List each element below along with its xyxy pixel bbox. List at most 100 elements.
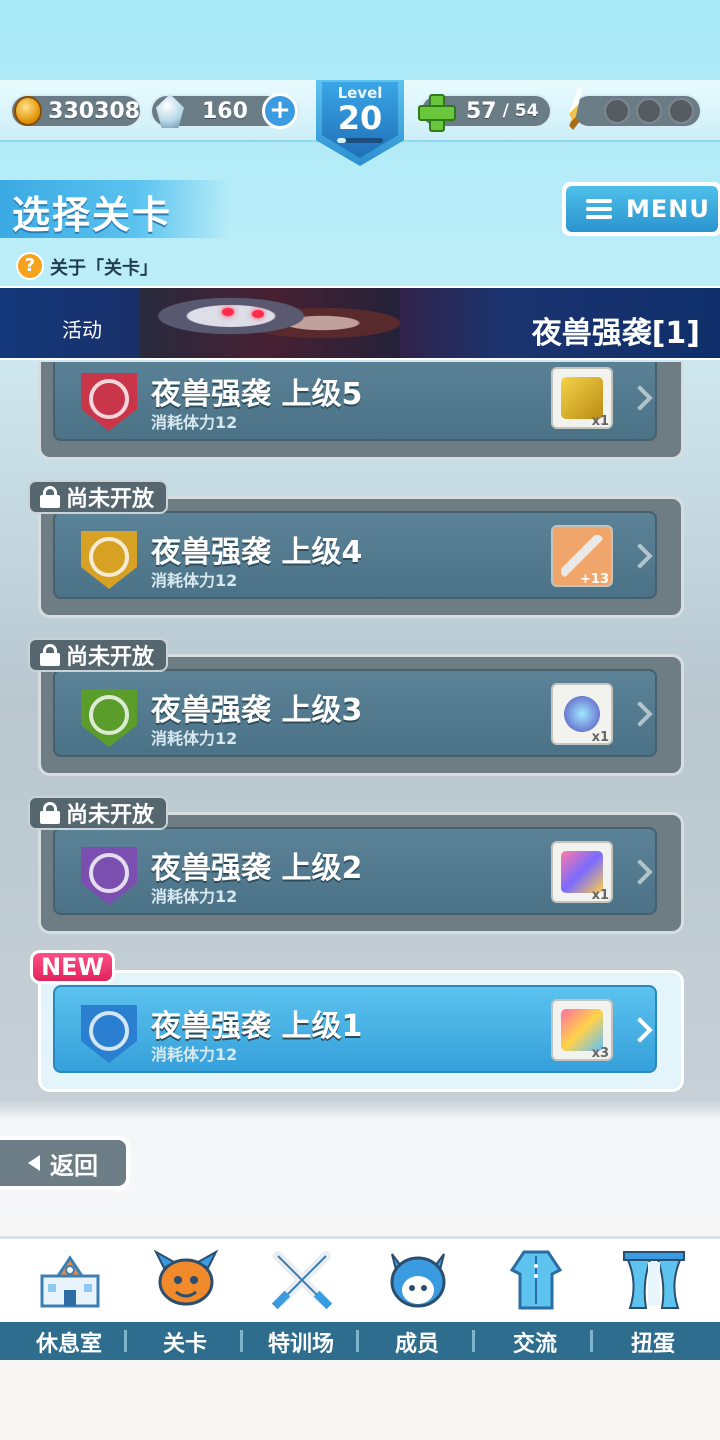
- level-value: 20: [337, 99, 383, 137]
- nav-divider: [472, 1330, 475, 1352]
- event-tag: 活动: [62, 318, 102, 342]
- stage-cost: 消耗体力12: [151, 887, 238, 906]
- stamina-plus-icon[interactable]: [418, 94, 456, 132]
- shield-emblem: [89, 379, 129, 419]
- locked-label: 尚未开放: [66, 645, 155, 670]
- reward-item: x1: [551, 841, 613, 903]
- coin-counter: 330308: [10, 94, 142, 128]
- back-arrow-icon: [28, 1155, 40, 1171]
- event-character-art: [140, 288, 400, 358]
- level-progress-bar: [337, 138, 383, 143]
- stage-card-5[interactable]: 夜兽强袭 上级5 消耗体力12 x1: [38, 362, 684, 460]
- nav-label: 特训场: [267, 1332, 334, 1357]
- add-gems-button[interactable]: +: [262, 93, 298, 129]
- reward-item: x1: [551, 367, 613, 429]
- reward-item: +13: [551, 525, 613, 587]
- lock-icon: [40, 802, 60, 824]
- lock-icon: [40, 644, 60, 666]
- lounge-building-icon: [36, 1248, 104, 1312]
- stage-name: 夜兽强袭 上级2: [151, 851, 363, 886]
- reward-item: x1: [551, 683, 613, 745]
- locked-label: 尚未开放: [66, 487, 155, 512]
- nav-item-members[interactable]: 成员: [358, 1240, 476, 1360]
- nav-label: 休息室: [35, 1332, 102, 1357]
- member-cat-icon: [384, 1248, 452, 1312]
- ticket-icon: [561, 1009, 603, 1051]
- chevron-right-icon: [633, 1017, 647, 1043]
- stage-card-2[interactable]: 夜兽强袭 上级2 消耗体力12 x1: [38, 812, 684, 934]
- reward-qty: +13: [580, 572, 609, 587]
- new-badge: NEW: [30, 950, 115, 984]
- slot-dot-icon: [636, 98, 662, 124]
- ticket-icon: [561, 851, 603, 893]
- menu-button[interactable]: MENU: [562, 182, 720, 236]
- hamburger-icon: [586, 199, 612, 219]
- reward-item: x3: [551, 999, 613, 1061]
- reward-qty: x1: [591, 414, 609, 429]
- stage-name: 夜兽强袭 上级1: [151, 1009, 363, 1044]
- stage-cost: 消耗体力12: [151, 413, 238, 432]
- stage-card-4[interactable]: 夜兽强袭 上级4 消耗体力12 +13: [38, 496, 684, 618]
- shield-emblem: [89, 537, 129, 577]
- dress-icon: [502, 1248, 570, 1312]
- gem-amount: 160: [202, 98, 248, 124]
- reward-qty: x1: [591, 888, 609, 903]
- training-swords-icon: [268, 1248, 336, 1312]
- nav-item-social[interactable]: 交流: [476, 1240, 594, 1360]
- nav-divider: [590, 1330, 593, 1352]
- back-label: 返回: [50, 1151, 98, 1180]
- nav-item-training[interactable]: 特训场: [242, 1240, 360, 1360]
- chevron-right-icon: [633, 859, 647, 885]
- stage-cost: 消耗体力12: [151, 571, 238, 590]
- gacha-curtain-icon: [620, 1248, 688, 1312]
- reward-qty: x1: [591, 730, 609, 745]
- chevron-right-icon: [633, 701, 647, 727]
- level-progress-fill: [337, 138, 347, 143]
- menu-label: MENU: [626, 195, 710, 223]
- shield-emblem: [89, 695, 129, 735]
- stage-card-3[interactable]: 夜兽强袭 上级3 消耗体力12 x1: [38, 654, 684, 776]
- locked-tag: 尚未开放: [28, 796, 169, 830]
- nav-item-gacha[interactable]: 扭蛋: [594, 1240, 712, 1360]
- stamina-max: / 54: [502, 101, 539, 121]
- nav-label: 成员: [394, 1332, 439, 1357]
- stage-cost: 消耗体力12: [151, 729, 238, 748]
- help-icon[interactable]: ?: [16, 252, 44, 280]
- glowing-eye-icon: [222, 308, 234, 316]
- nav-label: 关卡: [162, 1332, 207, 1357]
- locked-tag: 尚未开放: [28, 480, 169, 514]
- nav-item-lounge[interactable]: 休息室: [10, 1240, 128, 1360]
- gem-icon: [156, 94, 184, 128]
- glowing-eye-icon: [252, 310, 264, 318]
- reward-qty: x3: [591, 1046, 609, 1061]
- shield-emblem: [89, 1011, 129, 1051]
- coin-amount: 330308: [48, 98, 140, 124]
- locked-label: 尚未开放: [66, 803, 155, 828]
- stage-list[interactable]: 夜兽强袭 上级5 消耗体力12 x1 夜兽强袭 上级4 消耗体力12 +13 尚…: [0, 362, 720, 1104]
- slot-dot-icon: [668, 98, 694, 124]
- equipment-slots: [572, 94, 702, 128]
- crystal-icon: [561, 693, 603, 735]
- sword-reward-icon: [561, 535, 603, 577]
- stage-card-1[interactable]: 夜兽强袭 上级1 消耗体力12 x3: [38, 970, 684, 1092]
- slot-dot-icon: [604, 98, 630, 124]
- nav-label: 交流: [512, 1332, 557, 1357]
- stage-name: 夜兽强袭 上级4: [151, 535, 363, 570]
- locked-tag: 尚未开放: [28, 638, 169, 672]
- nav-label: 扭蛋: [630, 1332, 675, 1357]
- coin-icon: [14, 96, 43, 126]
- page-title: 选择关卡: [12, 193, 173, 237]
- lock-icon: [40, 486, 60, 508]
- help-link[interactable]: 关于「关卡」: [50, 254, 158, 280]
- stage-name: 夜兽强袭 上级3: [151, 693, 363, 728]
- event-title: 夜兽强袭[1]: [531, 316, 700, 351]
- shield-emblem: [89, 853, 129, 893]
- stamina-current: 57: [466, 98, 497, 124]
- nav-item-stage[interactable]: 关卡: [126, 1240, 244, 1360]
- back-button[interactable]: 返回: [0, 1136, 130, 1190]
- chevron-right-icon: [633, 385, 647, 411]
- stage-cost: 消耗体力12: [151, 1045, 238, 1064]
- stage-name: 夜兽强袭 上级5: [151, 377, 363, 412]
- ticket-icon: [561, 377, 603, 419]
- chevron-right-icon: [633, 543, 647, 569]
